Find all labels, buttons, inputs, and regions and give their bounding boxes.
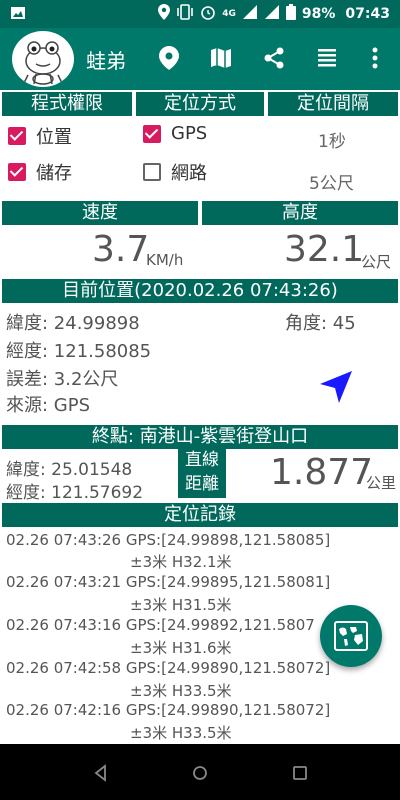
checkbox-checked-icon [143,124,161,143]
interval-time-value[interactable]: 1秒 [318,127,346,152]
status-bar: 4G 98% 07:43 [0,0,400,28]
more-vert-icon[interactable] [360,43,390,73]
current-angle: 角度: 45 [285,313,356,334]
log-entry-line1: 02.26 07:42:58 GPS:[24.99890,121.58072] [6,659,331,677]
app-title: 蛙弟 [86,49,126,73]
checkbox-label: 位置 [36,127,72,148]
checkbox-checked-icon [8,163,26,181]
map-fab-button[interactable] [320,605,382,667]
signal-4g-icon: 4G [222,8,236,19]
current-position-header: 目前位置(2020.02.26 07:43:26) [2,279,398,303]
permission-location-checkbox[interactable]: 位置 [8,123,72,149]
checkbox-label: 網路 [171,163,207,184]
log-entry-line1: 02.26 07:43:26 GPS:[24.99898,121.58085] [6,531,331,549]
checkbox-label: 儲存 [36,163,72,184]
app-toolbar: 蛙弟 [0,28,400,90]
location-pin-icon[interactable] [154,43,184,73]
speed-unit: KM/h [146,251,184,269]
log-entry-line2: ±3米 H31.6米 [130,639,232,657]
signal-icon-2 [264,4,280,24]
home-icon[interactable] [189,762,211,784]
log-entry-line2: ±3米 H31.5米 [130,596,232,614]
current-latitude: 緯度: 24.99898 [6,313,140,334]
battery-percent: 98% [301,6,336,22]
share-icon[interactable] [259,43,289,73]
image-notification-icon [10,5,26,25]
log-entry-line2: ±3米 H32.1米 [130,553,232,571]
vibrate-icon [176,4,194,24]
system-nav-bar [0,744,400,800]
checkbox-label: GPS [171,123,208,144]
permissions-header: 程式權限 [2,92,132,116]
straight-distance-label: 直線 距離 [178,448,226,498]
interval-distance-value[interactable]: 5公尺 [309,169,354,194]
log-entry-line1: 02.26 07:43:16 GPS:[24.99892,121.5807 [6,616,315,634]
positioning-network-checkbox[interactable]: 網路 [143,159,207,185]
location-log-header: 定位記錄 [2,503,398,527]
checkbox-unchecked-icon [143,163,161,181]
recents-icon[interactable] [289,762,311,784]
altitude-unit: 公尺 [361,253,392,271]
destination-distance-unit: 公里 [366,474,397,492]
world-map-icon [334,621,368,651]
altitude-value: 32.1 [284,229,365,270]
speed-value: 3.7 [92,229,150,270]
alarm-icon [200,4,216,24]
interval-header: 定位間隔 [268,92,398,116]
speed-header: 速度 [2,201,198,225]
log-entry-line2: ±3米 H33.5米 [130,682,232,700]
altitude-header: 高度 [202,201,398,225]
positioning-gps-checkbox[interactable]: GPS [143,123,207,144]
location-status-icon [158,4,171,24]
checkbox-checked-icon [8,127,26,145]
log-entry-line1: 02.26 07:43:21 GPS:[24.99895,121.58081] [6,573,331,591]
direction-arrow-icon [318,369,354,409]
permission-storage-checkbox[interactable]: 儲存 [8,159,72,185]
current-source: 來源: GPS [6,395,91,416]
frog-avatar[interactable] [12,31,74,87]
current-longitude: 經度: 121.58085 [6,341,152,362]
log-entry-line1: 02.26 07:42:16 GPS:[24.99890,121.58072] [6,701,331,719]
back-icon[interactable] [90,762,112,784]
positioning-header: 定位方式 [136,92,264,116]
battery-icon [285,4,296,24]
list-icon[interactable] [312,43,342,73]
destination-longitude: 經度: 121.57692 [6,483,144,503]
destination-latitude: 緯度: 25.01548 [6,460,133,480]
log-entry-line2: ±3米 H33.5米 [130,724,232,742]
destination-distance-value: 1.877 [270,452,374,493]
destination-header: 終點: 南港山-紫雲街登山口 [2,425,398,449]
clock: 07:43 [345,6,390,22]
current-error: 誤差: 3.2公尺 [6,369,119,390]
signal-icon [242,4,258,24]
map-icon[interactable] [206,43,236,73]
